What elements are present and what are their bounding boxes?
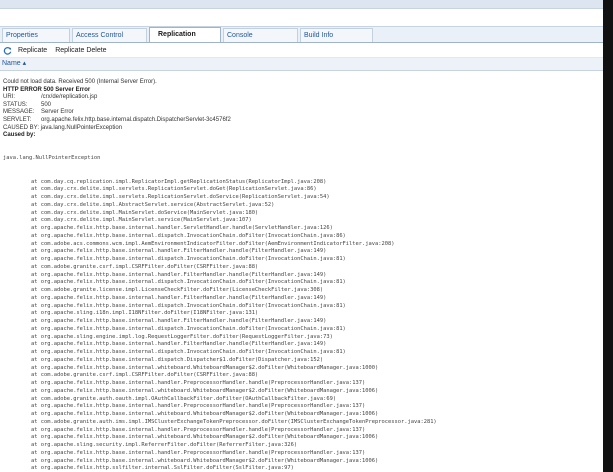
stack-frame: at org.apache.sling.engine.impl.log.Requ… xyxy=(31,333,333,340)
stack-frame: at com.adobe.granite.csrf.impl.CSRFFilte… xyxy=(31,263,259,270)
error-detail-key: URI: xyxy=(3,94,15,101)
replicate-button[interactable]: Replicate xyxy=(18,47,47,54)
stack-frame: at com.adobe.granite.csrf.impl.CSRFFilte… xyxy=(31,372,259,379)
caused-by-line: CAUSED BY: java.lang.NullPointerExceptio… xyxy=(3,124,123,131)
stack-frame: at com.adobe.granite.auth.ims.impl.IMSCl… xyxy=(31,418,437,425)
stack-frame: at org.apache.sling.i18n.impl.I18NFilter… xyxy=(31,310,259,317)
stack-frame: at org.apache.felix.http.base.internal.d… xyxy=(31,302,346,309)
tab-properties[interactable]: Properties xyxy=(2,28,70,42)
tab-bar: Properties Access Control Replication Co… xyxy=(0,26,613,43)
stack-frame: at org.apache.felix.http.sslfilter.inter… xyxy=(31,465,294,472)
scrollbar[interactable] xyxy=(603,0,613,472)
stack-frame: at org.apache.felix.http.base.internal.h… xyxy=(31,318,327,324)
stack-frame: at com.day.crx.delite.impl.MainServlet.d… xyxy=(31,209,259,216)
stack-frame: at org.apache.felix.http.base.internal.h… xyxy=(31,341,327,348)
tab-console[interactable]: Console xyxy=(223,28,298,42)
stack-frame: at org.apache.felix.http.base.internal.h… xyxy=(31,294,327,301)
stack-frame: at org.apache.felix.http.base.internal.d… xyxy=(31,256,346,262)
caused-by-label: Caused by: xyxy=(3,132,36,139)
crxde-replication-panel: Properties Access Control Replication Co… xyxy=(0,0,613,472)
error-detail-value: Server Error xyxy=(41,109,74,116)
stack-frame: at com.adobe.granite.auth.oauth.impl.OAu… xyxy=(31,395,337,402)
stack-frame: at com.day.crx.delite.impl.AbstractServl… xyxy=(31,201,275,208)
error-detail-row: SERVLET: org.apache.felix.http.base.inter… xyxy=(3,117,613,125)
error-detail-value: org.apache.felix.http.base.internal.disp… xyxy=(41,116,231,123)
stack-frame: at org.apache.felix.http.base.internal.h… xyxy=(31,449,366,456)
stack-frame: at org.apache.felix.http.base.internal.w… xyxy=(31,411,379,417)
tab-build-info[interactable]: Build Info xyxy=(300,28,373,42)
refresh-icon[interactable] xyxy=(3,46,12,55)
error-output: Could not load data. Received 500 (Inter… xyxy=(0,71,613,472)
error-detail-key: SERVLET: xyxy=(3,116,32,123)
error-detail-row: STATUS: 500 xyxy=(3,102,613,110)
stack-frame: at com.adobe.granite.license.impl.Licens… xyxy=(31,287,324,293)
stack-trace: java.lang.NullPointerException at com.da… xyxy=(3,140,613,472)
error-detail-row: MESSAGE: Server Error xyxy=(3,109,613,117)
stack-frame: at org.apache.felix.http.base.internal.h… xyxy=(31,225,333,231)
stack-frame: at com.day.crx.delite.impl.servlets.Repl… xyxy=(31,194,330,200)
exception-line: java.lang.NullPointerException xyxy=(3,155,101,162)
stack-frame: at org.apache.felix.http.base.internal.h… xyxy=(31,426,366,433)
stack-frame: at com.day.crx.delite.impl.MainServlet.s… xyxy=(31,217,252,224)
stack-frame: at com.day.cq.replication.impl.Replicato… xyxy=(31,178,327,185)
stack-frame: at org.apache.felix.http.base.internal.w… xyxy=(31,434,379,441)
error-intro: Could not load data. Received 500 (Inter… xyxy=(3,79,157,85)
error-detail-value: /crx/de/replication.jsp xyxy=(41,94,98,101)
error-detail-key: MESSAGE: xyxy=(3,109,35,116)
error-detail-key: STATUS: xyxy=(3,101,28,108)
stack-frame: at org.apache.sling.security.impl.Referr… xyxy=(31,442,298,448)
replicate-delete-button[interactable]: Replicate Delete xyxy=(55,47,106,54)
stack-frame: at org.apache.felix.http.base.internal.w… xyxy=(31,387,379,394)
tab-label: Console xyxy=(227,32,253,39)
stack-frame: at org.apache.felix.http.base.internal.h… xyxy=(31,403,366,410)
stack-frame: at org.apache.felix.http.base.internal.d… xyxy=(31,325,346,332)
stack-frame: at org.apache.felix.http.base.internal.h… xyxy=(31,248,327,255)
error-detail-row: URI: /crx/de/replication.jsp xyxy=(3,94,613,102)
stack-frame: at org.apache.felix.http.base.internal.h… xyxy=(31,380,366,386)
tab-access-control[interactable]: Access Control xyxy=(72,28,147,42)
stack-frame: at com.adobe.acs.commons.wcm.impl.AemEnv… xyxy=(31,240,395,247)
name-column-header[interactable]: Name ▴ xyxy=(0,58,613,71)
stack-frame: at org.apache.felix.http.base.internal.w… xyxy=(31,457,379,464)
tab-replication[interactable]: Replication xyxy=(149,27,221,42)
tab-label: Properties xyxy=(6,32,38,39)
tab-label: Replication xyxy=(158,31,196,38)
replication-toolbar: Replicate Replicate Delete xyxy=(0,43,613,58)
tab-label: Access Control xyxy=(76,32,124,39)
stack-frame: at org.apache.felix.http.base.internal.d… xyxy=(31,279,346,286)
stack-frame: at org.apache.felix.http.base.internal.d… xyxy=(31,349,346,355)
stack-frame: at org.apache.felix.http.base.internal.d… xyxy=(31,356,324,363)
error-detail-value: 500 xyxy=(41,101,52,108)
stack-frame: at org.apache.felix.http.base.internal.h… xyxy=(31,271,327,278)
top-strip xyxy=(0,0,613,9)
stack-frame: at org.apache.felix.http.base.internal.d… xyxy=(31,232,346,239)
stack-frame: at org.apache.felix.http.base.internal.w… xyxy=(31,364,379,371)
tab-label: Build Info xyxy=(304,32,334,39)
error-heading: HTTP ERROR 500 Server Error xyxy=(3,86,91,93)
stack-frame: at com.day.crx.delite.impl.servlets.Repl… xyxy=(31,186,317,193)
